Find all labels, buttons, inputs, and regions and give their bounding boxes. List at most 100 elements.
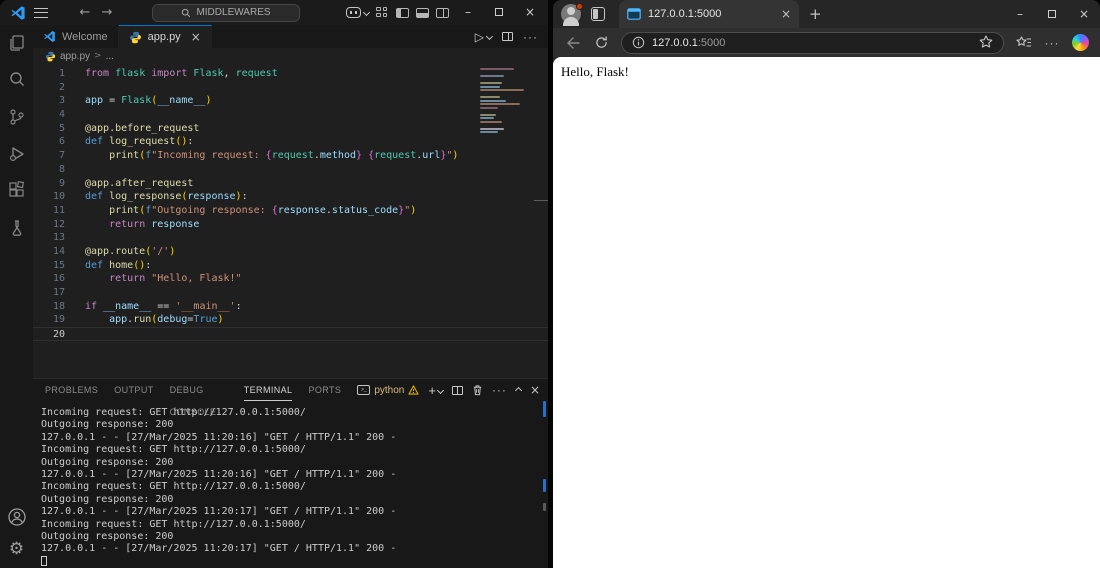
- terminal-line: Outgoing response: 200: [41, 530, 174, 542]
- account-icon[interactable]: [7, 507, 27, 527]
- terminal-scrollbar-mark[interactable]: [543, 503, 546, 511]
- editor-scrollbar[interactable]: [534, 200, 548, 201]
- line-number: 7: [58, 150, 65, 162]
- tab-welcome[interactable]: Welcome: [33, 25, 119, 48]
- kill-terminal-icon[interactable]: [472, 384, 483, 396]
- panel-tab-ports[interactable]: PORTS: [308, 379, 341, 401]
- code-text: from flask import Flask, request: [85, 68, 278, 79]
- breadcrumb[interactable]: app.py > ...: [33, 48, 548, 64]
- terminal-scrollbar-mark[interactable]: [543, 401, 546, 417]
- toggle-panel-icon[interactable]: [416, 7, 429, 18]
- favorites-hub-icon[interactable]: [1012, 31, 1036, 55]
- tab-app-py[interactable]: app.py ×: [118, 25, 212, 48]
- browser-tab-title: 127.0.0.1:5000: [648, 8, 722, 20]
- terminal-line: Outgoing response: 200: [41, 456, 174, 468]
- maximize-button[interactable]: [487, 0, 511, 25]
- terminal-line: 127.0.0.1 - - [27/Mar/2025 11:20:17] "GE…: [41, 543, 397, 555]
- line-number: 18: [52, 300, 65, 312]
- line-number: 5: [58, 122, 65, 134]
- terminal-scrollbar-mark[interactable]: [543, 479, 546, 492]
- new-terminal-button[interactable]: +: [428, 383, 444, 398]
- minimize-button[interactable]: –: [456, 0, 480, 25]
- bookmark-star-icon[interactable]: [979, 34, 993, 51]
- vscode-window: ← → MIDDLEWARES – × ⚙ Welcome app.py × ▷…: [0, 0, 548, 568]
- site-info-icon[interactable]: [632, 36, 645, 49]
- python-icon: [45, 51, 56, 61]
- toggle-secondary-sidebar-icon[interactable]: [436, 7, 449, 18]
- panel-more-icon[interactable]: ···: [492, 383, 507, 397]
- panel-tab-terminal[interactable]: TERMINAL: [243, 379, 293, 401]
- minimize-button[interactable]: –: [1004, 0, 1036, 28]
- maximize-button[interactable]: [1036, 0, 1068, 28]
- breadcrumb-more: ...: [105, 50, 114, 62]
- browser-window: 127.0.0.1:5000 × + – × 127.0.0.1:5000 ··…: [553, 0, 1100, 568]
- explorer-icon[interactable]: [7, 33, 27, 53]
- customize-layout-icon[interactable]: [376, 7, 389, 18]
- code-line: 19 app.run(debug=True): [33, 313, 548, 327]
- profile-avatar[interactable]: [561, 3, 583, 26]
- back-arrow-icon[interactable]: ←: [74, 5, 96, 20]
- code-editor[interactable]: 1 from flask import Flask, request 2 3 app =…: [33, 64, 548, 378]
- terminal-line: 127.0.0.1 - - [27/Mar/2025 11:20:16] "GE…: [41, 468, 397, 480]
- close-button[interactable]: ×: [518, 0, 542, 25]
- search-input[interactable]: MIDDLEWARES: [152, 3, 300, 22]
- address-bar[interactable]: 127.0.0.1:5000: [621, 31, 1004, 54]
- line-number: 17: [52, 287, 65, 298]
- run-python-button[interactable]: ▷: [475, 30, 494, 44]
- browser-menu-icon[interactable]: ···: [1040, 31, 1064, 55]
- split-editor-icon[interactable]: [502, 32, 513, 41]
- panel-tab-output[interactable]: OUTPUT: [114, 379, 153, 401]
- copilot-icon: [346, 7, 361, 18]
- activity-bar: ⚙: [0, 25, 33, 568]
- shell-label: python: [374, 384, 405, 396]
- copilot-button[interactable]: [346, 7, 371, 18]
- close-tab-icon[interactable]: ×: [781, 7, 791, 21]
- code-line: 3 app = Flask(__name__): [33, 94, 548, 108]
- copilot-icon: [1071, 34, 1089, 51]
- editor-tab-bar: Welcome app.py × ▷ ···: [33, 25, 548, 48]
- breadcrumb-file: app.py: [60, 50, 91, 62]
- source-control-icon[interactable]: [7, 107, 27, 127]
- panel-tab-problems[interactable]: PROBLEMS: [45, 379, 98, 401]
- line-number: 19: [52, 314, 65, 326]
- terminal-shell-selector[interactable]: >_ python: [357, 385, 419, 396]
- close-button[interactable]: ×: [1068, 0, 1100, 28]
- line-number: 11: [52, 204, 65, 216]
- code-line: 11 print(f"Outgoing response: {response.…: [33, 204, 548, 218]
- python-icon: [129, 31, 141, 43]
- minimap[interactable]: [480, 68, 532, 135]
- code-text: print(f"Incoming request: {request.metho…: [109, 150, 459, 162]
- close-tab-icon[interactable]: ×: [191, 30, 201, 44]
- code-line: 8: [33, 163, 548, 177]
- panel-tab-debug-console[interactable]: DEBUG CONSOLE: [170, 379, 228, 417]
- code-line: 15 def home():: [33, 259, 548, 273]
- split-terminal-icon[interactable]: [451, 385, 463, 395]
- refresh-button[interactable]: [589, 31, 613, 55]
- back-button[interactable]: [561, 31, 585, 55]
- code-text: if __name__ == '__main__':: [85, 300, 242, 312]
- menu-icon[interactable]: [34, 7, 48, 18]
- run-debug-icon[interactable]: [7, 144, 27, 164]
- terminal-line: Incoming request: GET http://127.0.0.1:5…: [41, 518, 306, 530]
- copilot-button[interactable]: [1068, 31, 1092, 55]
- code-line: 20: [33, 327, 548, 341]
- testing-icon[interactable]: [7, 218, 27, 238]
- new-tab-button[interactable]: +: [809, 5, 822, 23]
- toggle-sidebar-icon[interactable]: [396, 7, 409, 18]
- search-sidebar-icon[interactable]: [7, 70, 27, 90]
- terminal-cursor: [41, 555, 47, 566]
- settings-gear-icon[interactable]: ⚙: [9, 541, 24, 558]
- tab-workspaces-icon[interactable]: [591, 7, 605, 21]
- forward-arrow-icon[interactable]: →: [96, 5, 118, 20]
- line-number: 16: [52, 273, 65, 285]
- terminal[interactable]: Incoming request: GET http://127.0.0.1:5…: [33, 401, 548, 568]
- browser-tab[interactable]: 127.0.0.1:5000 ×: [619, 0, 799, 28]
- site-favicon: [627, 8, 641, 20]
- chevron-down-icon: [485, 32, 494, 41]
- line-number: 14: [52, 245, 65, 257]
- code-line: 2: [33, 81, 548, 95]
- close-panel-icon[interactable]: ×: [530, 383, 540, 397]
- more-actions-icon[interactable]: ···: [523, 30, 538, 44]
- maximize-panel-icon[interactable]: [514, 386, 522, 394]
- extensions-icon[interactable]: [7, 181, 27, 201]
